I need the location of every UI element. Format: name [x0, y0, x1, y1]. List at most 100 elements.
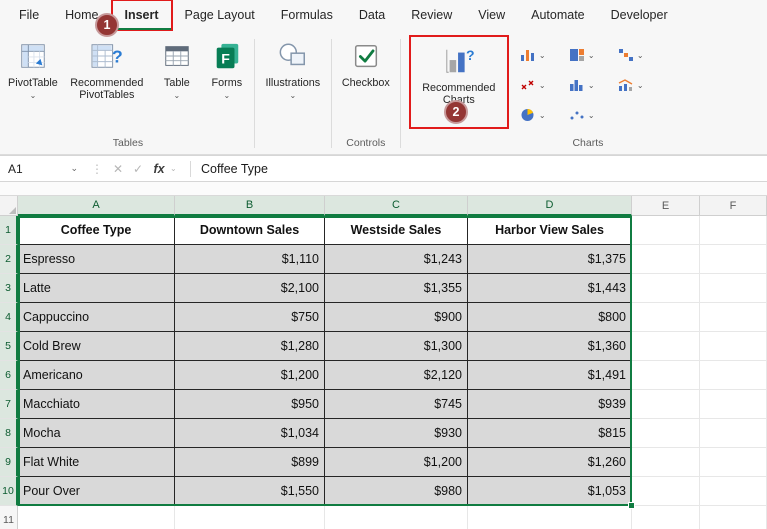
row-header-4[interactable]: 4: [0, 303, 18, 332]
cell-B9[interactable]: $899: [175, 448, 325, 477]
cell-F11[interactable]: [700, 506, 767, 529]
cell-D11[interactable]: [468, 506, 632, 529]
cell-B7[interactable]: $950: [175, 390, 325, 419]
tab-page-layout[interactable]: Page Layout: [172, 0, 268, 31]
cell-A4[interactable]: Cappuccino: [18, 303, 175, 332]
cell-F9[interactable]: [700, 448, 767, 477]
cell-A7[interactable]: Macchiato: [18, 390, 175, 419]
table-button[interactable]: Table ⌄: [152, 33, 202, 102]
row-header-8[interactable]: 8: [0, 419, 18, 448]
cell-F8[interactable]: [700, 419, 767, 448]
illustrations-button[interactable]: Illustrations ⌄: [257, 33, 329, 102]
column-header-B[interactable]: B: [175, 196, 325, 216]
combo-chart-button[interactable]: ⌄: [615, 70, 664, 100]
column-header-C[interactable]: C: [325, 196, 468, 216]
cell-C1[interactable]: Westside Sales: [325, 216, 468, 245]
cell-C5[interactable]: $1,300: [325, 332, 468, 361]
histogram-chart-button[interactable]: ⌄: [566, 70, 615, 100]
recommended-charts-button[interactable]: ? Recommended Charts: [413, 38, 505, 108]
treemap-chart-button[interactable]: ⌄: [566, 40, 615, 70]
cell-D5[interactable]: $1,360: [468, 332, 632, 361]
cell-E9[interactable]: [632, 448, 700, 477]
cell-C2[interactable]: $1,243: [325, 245, 468, 274]
cell-A5[interactable]: Cold Brew: [18, 332, 175, 361]
cell-A1[interactable]: Coffee Type: [18, 216, 175, 245]
tab-view[interactable]: View: [465, 0, 518, 31]
cell-C7[interactable]: $745: [325, 390, 468, 419]
cell-D9[interactable]: $1,260: [468, 448, 632, 477]
cell-E2[interactable]: [632, 245, 700, 274]
row-header-5[interactable]: 5: [0, 332, 18, 361]
enter-icon[interactable]: ✓: [128, 162, 148, 176]
cell-E10[interactable]: [632, 477, 700, 506]
recommended-pivottables-button[interactable]: ? Recommended PivotTables: [62, 33, 152, 103]
cell-A6[interactable]: Americano: [18, 361, 175, 390]
cell-A9[interactable]: Flat White: [18, 448, 175, 477]
cell-C10[interactable]: $980: [325, 477, 468, 506]
cell-B3[interactable]: $2,100: [175, 274, 325, 303]
cell-C4[interactable]: $900: [325, 303, 468, 332]
cell-A8[interactable]: Mocha: [18, 419, 175, 448]
cell-C3[interactable]: $1,355: [325, 274, 468, 303]
cell-F3[interactable]: [700, 274, 767, 303]
cell-E5[interactable]: [632, 332, 700, 361]
cell-D2[interactable]: $1,375: [468, 245, 632, 274]
selection-fill-handle[interactable]: [628, 502, 635, 509]
insert-function-icon[interactable]: fx: [148, 162, 170, 176]
scatter-chart-button[interactable]: ⌄: [517, 70, 566, 100]
row-header-3[interactable]: 3: [0, 274, 18, 303]
cell-F10[interactable]: [700, 477, 767, 506]
cell-A11[interactable]: [18, 506, 175, 529]
tab-automate[interactable]: Automate: [518, 0, 598, 31]
forms-button[interactable]: F Forms ⌄: [202, 33, 252, 102]
column-header-A[interactable]: A: [18, 196, 175, 216]
cell-E3[interactable]: [632, 274, 700, 303]
row-header-10[interactable]: 10: [0, 477, 18, 506]
column-chart-button[interactable]: ⌄: [517, 40, 566, 70]
pie-chart-button[interactable]: ⌄: [517, 100, 566, 130]
cell-B11[interactable]: [175, 506, 325, 529]
row-header-6[interactable]: 6: [0, 361, 18, 390]
cell-E6[interactable]: [632, 361, 700, 390]
cell-C11[interactable]: [325, 506, 468, 529]
tab-review[interactable]: Review: [398, 0, 465, 31]
column-header-E[interactable]: E: [632, 196, 700, 216]
formula-content[interactable]: Coffee Type: [201, 162, 268, 176]
tab-formulas[interactable]: Formulas: [268, 0, 346, 31]
cell-C8[interactable]: $930: [325, 419, 468, 448]
cell-D4[interactable]: $800: [468, 303, 632, 332]
cell-E11[interactable]: [632, 506, 700, 529]
cell-B1[interactable]: Downtown Sales: [175, 216, 325, 245]
cell-F4[interactable]: [700, 303, 767, 332]
cell-E8[interactable]: [632, 419, 700, 448]
cell-F1[interactable]: [700, 216, 767, 245]
cell-E4[interactable]: [632, 303, 700, 332]
cell-B5[interactable]: $1,280: [175, 332, 325, 361]
cell-C9[interactable]: $1,200: [325, 448, 468, 477]
tab-file[interactable]: File: [6, 0, 52, 31]
cell-D7[interactable]: $939: [468, 390, 632, 419]
row-header-1[interactable]: 1: [0, 216, 18, 245]
cell-F5[interactable]: [700, 332, 767, 361]
cell-B8[interactable]: $1,034: [175, 419, 325, 448]
waterfall-chart-button[interactable]: ⌄: [615, 40, 664, 70]
cell-B2[interactable]: $1,110: [175, 245, 325, 274]
cell-D6[interactable]: $1,491: [468, 361, 632, 390]
cell-A3[interactable]: Latte: [18, 274, 175, 303]
pivottable-button[interactable]: PivotTable ⌄: [4, 33, 62, 102]
cancel-icon[interactable]: ✕: [108, 162, 128, 176]
cell-B6[interactable]: $1,200: [175, 361, 325, 390]
row-header-7[interactable]: 7: [0, 390, 18, 419]
column-header-D[interactable]: D: [468, 196, 632, 216]
checkbox-button[interactable]: Checkbox: [334, 33, 398, 91]
cell-D1[interactable]: Harbor View Sales: [468, 216, 632, 245]
sparkline-chart-button[interactable]: ⌄: [566, 100, 615, 130]
cell-F7[interactable]: [700, 390, 767, 419]
cell-D10[interactable]: $1,053: [468, 477, 632, 506]
tab-insert[interactable]: Insert: [112, 0, 172, 31]
tab-data[interactable]: Data: [346, 0, 398, 31]
cell-E7[interactable]: [632, 390, 700, 419]
cell-A10[interactable]: Pour Over: [18, 477, 175, 506]
cell-E1[interactable]: [632, 216, 700, 245]
cell-D8[interactable]: $815: [468, 419, 632, 448]
